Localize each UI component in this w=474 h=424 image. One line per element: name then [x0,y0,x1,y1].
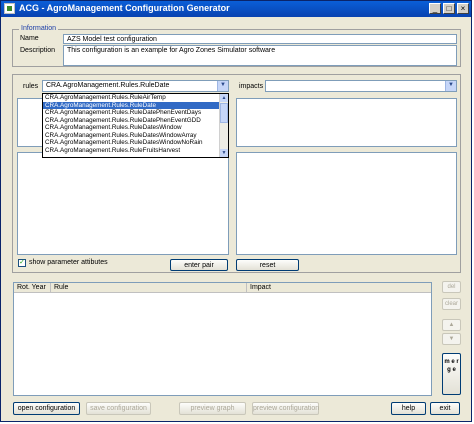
table-header: Rot. Year Rule Impact [14,283,431,293]
reset-button[interactable]: reset [236,259,299,271]
rules-option[interactable]: CRA.AgroManagement.Rules.RuleDatesWindow [43,124,228,132]
rules-option[interactable]: CRA.AgroManagement.Rules.RuleDatePhenEve… [43,109,228,117]
scrollbar-thumb[interactable] [220,103,228,123]
rules-option[interactable]: CRA.AgroManagement.Rules.RuleDatesWindow… [43,132,228,140]
move-up-button[interactable]: ▲ [442,319,461,331]
window-title: ACG - AgroManagement Configuration Gener… [19,3,230,13]
rules-option[interactable]: CRA.AgroManagement.Rules.RuleDate [43,101,228,109]
maximize-button[interactable]: □ [443,3,455,14]
rules-option[interactable]: CRA.AgroManagement.Rules.RuleFruitsHarve… [43,147,228,155]
impact-attributes-panel[interactable] [236,152,457,255]
preview-configuration-button[interactable]: preview configuration [252,402,319,415]
rules-label: rules [23,83,39,90]
column-header-rule[interactable]: Rule [51,283,247,293]
title-bar[interactable]: ACG - AgroManagement Configuration Gener… [1,1,471,17]
impacts-combobox[interactable]: ▼ [265,80,457,92]
app-icon [4,3,15,14]
rules-options: CRA.AgroManagement.Rules.RuleAirTemp CRA.… [43,94,228,154]
scroll-up-icon[interactable]: ▲ [220,94,228,102]
dropdown-scrollbar[interactable]: ▲ ▼ [219,94,228,157]
impact-parameters-panel[interactable] [236,98,457,147]
merge-button[interactable]: m e r g e [442,353,461,395]
description-label: Description [20,47,56,54]
enter-pair-button[interactable]: enter pair [170,259,228,271]
close-button[interactable]: × [457,3,469,14]
rule-attributes-panel[interactable] [17,152,229,255]
scroll-down-icon[interactable]: ▼ [220,149,228,157]
impacts-label: impacts [239,83,264,90]
rules-option[interactable]: CRA.AgroManagement.Rules.RuleDatesWindow… [43,139,228,147]
rotation-table[interactable] [13,282,432,396]
clear-button[interactable]: clear [442,298,461,310]
main-window: ACG - AgroManagement Configuration Gener… [0,0,472,422]
delete-button[interactable]: del [442,281,461,293]
rules-combobox-value: CRA.AgroManagement.Rules.RuleDate [46,82,170,89]
preview-graph-button[interactable]: preview graph [179,402,246,415]
rules-option[interactable]: CRA.AgroManagement.Rules.RuleAirTemp [43,94,228,102]
column-header-impact[interactable]: Impact [247,283,431,293]
help-button[interactable]: help [391,402,426,415]
minimize-button[interactable]: _ [429,3,441,14]
description-input[interactable]: This configuration is an example for Agr… [63,45,457,66]
move-down-button[interactable]: ▼ [442,333,461,345]
name-label: Name [20,35,39,42]
column-header-rot-year[interactable]: Rot. Year [14,283,51,293]
name-input[interactable]: AZS Model test configuration [63,34,457,44]
exit-button[interactable]: exit [430,402,460,415]
open-configuration-button[interactable]: open configuration [13,402,80,415]
rules-dropdown-list[interactable]: CRA.AgroManagement.Rules.RuleAirTemp CRA.… [42,93,229,158]
rules-combobox[interactable]: CRA.AgroManagement.Rules.RuleDate ▼ [42,80,229,92]
information-legend: Information [19,25,59,32]
show-parameters-checkbox[interactable]: ✓ [18,259,26,267]
chevron-down-icon[interactable]: ▼ [217,81,228,91]
save-configuration-button[interactable]: save configuration [86,402,151,415]
chevron-down-icon[interactable]: ▼ [445,81,456,91]
rules-option[interactable]: CRA.AgroManagement.Rules.RuleDatePhenEve… [43,117,228,125]
show-parameters-label: show parameter attibutes [29,259,108,266]
